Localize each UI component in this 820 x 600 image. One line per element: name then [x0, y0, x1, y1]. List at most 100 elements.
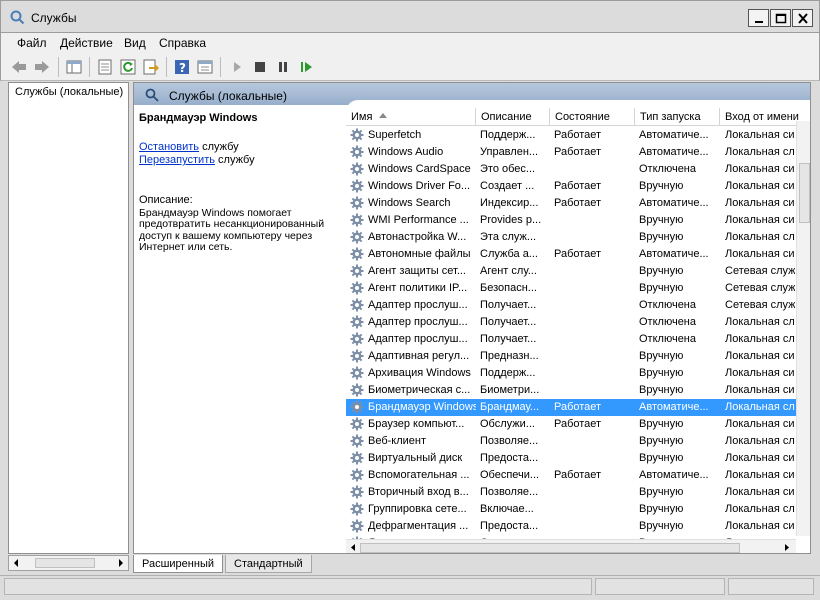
table-row[interactable]: Дефрагментация ... Предоста... Вручную Лока… — [346, 518, 796, 535]
gear-icon — [350, 213, 364, 227]
menu-view[interactable]: Вид — [124, 36, 146, 50]
table-row[interactable]: Архивация Windows Поддерж... Вручную Локаль… — [346, 365, 796, 382]
row-status: Работает — [554, 418, 602, 430]
svg-text:?: ? — [179, 61, 186, 75]
export-button[interactable] — [141, 57, 161, 77]
row-name: Вторичный вход в... — [368, 486, 469, 498]
table-row[interactable]: Superfetch Поддерж... Работает Автоматиче..… — [346, 127, 796, 144]
row-description: Брандмау... — [480, 401, 540, 413]
row-log-on-as: Локальная си — [725, 520, 795, 532]
gear-icon — [350, 264, 364, 278]
chevron-left-icon[interactable] — [349, 543, 357, 552]
table-row[interactable]: Веб-клиент Позволяе... Вручную Локальная сл — [346, 433, 796, 450]
row-name: WMI Performance ... — [368, 214, 469, 226]
row-startup-type: Отключена — [639, 333, 696, 345]
menu-file[interactable]: Файл — [17, 36, 47, 50]
row-status: Работает — [554, 129, 602, 141]
row-description: Эта служ... — [480, 231, 537, 243]
gear-icon — [350, 366, 364, 380]
row-log-on-as: Локальная сл — [725, 401, 795, 413]
row-status: Работает — [554, 401, 602, 413]
table-row[interactable]: Биометрическая с... Биометри... Вручную Лок… — [346, 382, 796, 399]
maximize-button[interactable] — [770, 9, 791, 27]
toolbar-separator — [58, 57, 59, 77]
pause-button[interactable] — [273, 57, 293, 77]
gear-icon — [350, 400, 364, 414]
tree-pane: Службы (локальные) — [8, 82, 129, 554]
row-description: Управлен... — [480, 146, 539, 158]
scroll-right-button[interactable] — [113, 556, 128, 570]
refresh-button[interactable] — [118, 57, 138, 77]
start-button[interactable] — [227, 57, 247, 77]
table-row[interactable]: Автонастройка W... Эта служ... Вручную Лока… — [346, 229, 796, 246]
row-description: Позволяе... — [480, 486, 539, 498]
restart-service-link[interactable]: Перезапустить — [139, 154, 215, 166]
table-row[interactable]: WMI Performance ... Provides p... Вручную Л… — [346, 212, 796, 229]
table-row[interactable]: Адаптер прослуш... Получает... Отключена Се… — [346, 297, 796, 314]
tree-horizontal-scrollbar[interactable] — [8, 555, 129, 571]
list-vertical-scrollbar[interactable] — [796, 121, 810, 536]
tab-standard[interactable]: Стандартный — [225, 555, 312, 573]
row-name: Веб-клиент — [368, 435, 427, 447]
table-row[interactable]: Автономные файлы Служба а... Работает Автом… — [346, 246, 796, 263]
back-button[interactable] — [9, 57, 29, 77]
scroll-thumb[interactable] — [35, 558, 95, 568]
stop-service-link[interactable]: Остановить — [139, 141, 199, 153]
table-row[interactable]: Windows CardSpace Это обес... Отключена Лок… — [346, 161, 796, 178]
show-tree-button[interactable] — [64, 57, 84, 77]
row-log-on-as: Локальная сл — [725, 435, 795, 447]
properties-button[interactable] — [95, 57, 115, 77]
services-list: Имя Описание Состояние Тип запуска Вход … — [346, 100, 810, 553]
row-name: Архивация Windows — [368, 367, 471, 379]
scroll-thumb[interactable] — [799, 163, 810, 223]
table-row[interactable]: Группировка сете... Включае... Вручную Лока… — [346, 501, 796, 518]
table-row[interactable]: Адаптивная регул... Предназн... Вручную Лок… — [346, 348, 796, 365]
column-name[interactable]: Имя — [346, 108, 476, 126]
stop-button[interactable] — [250, 57, 270, 77]
table-row[interactable]: Виртуальный диск Предоста... Вручную Локаль… — [346, 450, 796, 467]
minimize-button[interactable] — [748, 9, 769, 27]
table-row[interactable]: Windows Audio Управлен... Работает Автомати… — [346, 144, 796, 161]
menu-action[interactable]: Действие — [60, 36, 113, 50]
row-startup-type: Вручную — [639, 231, 684, 243]
menu-help[interactable]: Справка — [159, 36, 206, 50]
toolbar: ? — [0, 53, 820, 81]
forward-icon — [35, 61, 49, 73]
table-row[interactable]: Windows Driver Fo... Создает ... Работает В… — [346, 178, 796, 195]
table-row[interactable]: Адаптер прослуш... Получает... Отключена Ло… — [346, 314, 796, 331]
row-description: Включае... — [480, 503, 534, 515]
list-horizontal-scrollbar[interactable] — [346, 539, 796, 553]
tree-node-local-services[interactable]: Службы (локальные) — [15, 86, 123, 98]
tab-extended[interactable]: Расширенный — [133, 555, 223, 573]
properties-icon — [98, 59, 112, 75]
chevron-right-icon[interactable] — [783, 543, 791, 552]
row-log-on-as: Локальная си — [725, 214, 795, 226]
table-row[interactable]: Вторичный вход в... Позволяе... Вручную Лок… — [346, 484, 796, 501]
gear-icon — [350, 451, 364, 465]
row-status: Работает — [554, 146, 602, 158]
row-description: Агент слу... — [480, 265, 537, 277]
table-row[interactable]: Windows Search Индексир... Работает Автомат… — [346, 195, 796, 212]
view-button[interactable] — [195, 57, 215, 77]
table-row[interactable]: Агент защиты сет... Агент слу... Вручную Се… — [346, 263, 796, 280]
row-description: Обслужи... — [480, 418, 535, 430]
table-row[interactable]: Агент политики IP... Безопасн... Вручную Се… — [346, 280, 796, 297]
table-row[interactable]: Адаптер прослуш... Получает... Отключена Ло… — [346, 331, 796, 348]
column-status[interactable]: Состояние — [550, 108, 635, 126]
table-row[interactable]: Вспомогательная ... Обеспечи... Работает Ав… — [346, 467, 796, 484]
help-button[interactable]: ? — [172, 57, 192, 77]
restart-button[interactable] — [296, 57, 316, 77]
table-row[interactable]: Браузер компьют... Обслужи... Работает Вруч… — [346, 416, 796, 433]
row-log-on-as: Локальная си — [725, 248, 795, 260]
row-name: Адаптивная регул... — [368, 350, 470, 362]
table-row[interactable]: Брандмауэр Windows Брандмау... Работает Авт… — [346, 399, 796, 416]
row-log-on-as: Сетевая служ — [725, 299, 795, 311]
forward-button[interactable] — [32, 57, 52, 77]
column-description[interactable]: Описание — [476, 108, 550, 126]
scroll-thumb[interactable] — [360, 543, 740, 553]
scroll-left-button[interactable] — [9, 556, 24, 570]
column-startup-type[interactable]: Тип запуска — [635, 108, 720, 126]
close-button[interactable] — [792, 9, 813, 27]
row-log-on-as: Локальная си — [725, 452, 795, 464]
row-description: Получает... — [480, 299, 537, 311]
